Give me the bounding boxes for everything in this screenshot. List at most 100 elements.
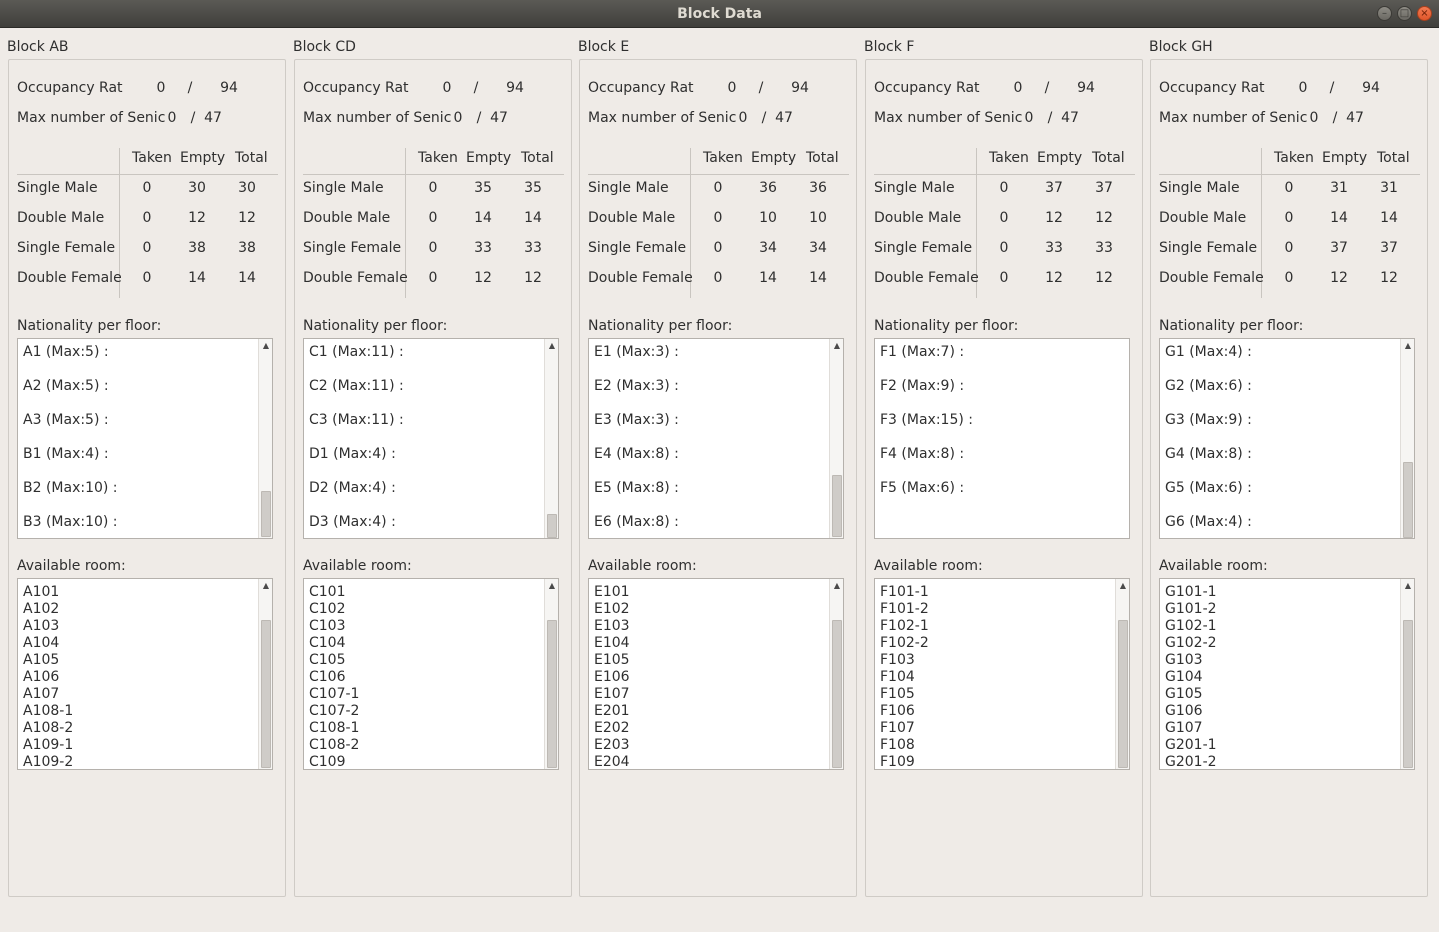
scroll-up-icon[interactable]: ▲ xyxy=(259,580,272,592)
available-room-list[interactable]: F101-1 F101-2 F102-1 F102-2 F103 F104 F105 F106… xyxy=(874,578,1130,770)
list-item[interactable]: A102 xyxy=(23,601,59,618)
room-scrollbar[interactable]: ▲▼ xyxy=(1115,579,1129,769)
list-item[interactable]: G201-2 xyxy=(1165,754,1217,769)
list-item[interactable]: C107-2 xyxy=(309,703,359,720)
scroll-up-icon[interactable]: ▲ xyxy=(1401,340,1414,352)
list-item[interactable]: E6 (Max:8) : xyxy=(594,514,679,530)
list-item[interactable]: C2 (Max:11) : xyxy=(309,378,404,394)
list-item[interactable]: E4 (Max:8) : xyxy=(594,446,679,462)
scroll-thumb[interactable] xyxy=(261,491,271,537)
available-room-list[interactable]: E101 E102 E103 E104 E105 E106 E107 E201 E202 E203… xyxy=(588,578,844,770)
list-item[interactable]: A107 xyxy=(23,686,59,703)
list-item[interactable]: E203 xyxy=(594,737,630,754)
list-item[interactable]: A106 xyxy=(23,669,59,686)
scroll-up-icon[interactable]: ▲ xyxy=(1401,580,1414,592)
list-item[interactable]: C109 xyxy=(309,754,346,769)
list-item[interactable]: F108 xyxy=(880,737,915,754)
list-item[interactable]: F103 xyxy=(880,652,915,669)
list-item[interactable]: A105 xyxy=(23,652,59,669)
scroll-up-icon[interactable]: ▲ xyxy=(1116,580,1129,592)
list-item[interactable]: G2 (Max:6) : xyxy=(1165,378,1252,394)
list-item[interactable]: G103 xyxy=(1165,652,1203,669)
list-item[interactable]: G6 (Max:4) : xyxy=(1165,514,1252,530)
list-item[interactable]: A103 xyxy=(23,618,59,635)
list-item[interactable]: E104 xyxy=(594,635,630,652)
list-item[interactable]: C1 (Max:11) : xyxy=(309,344,404,360)
close-icon[interactable]: × xyxy=(1417,6,1432,21)
available-room-list[interactable]: G101-1 G101-2 G102-1 G102-2 G103 G104 G105 G106… xyxy=(1159,578,1415,770)
scroll-thumb[interactable] xyxy=(1118,620,1128,768)
scroll-thumb[interactable] xyxy=(547,514,557,538)
list-item[interactable]: F5 (Max:6) : xyxy=(880,480,964,496)
nationality-list[interactable]: F1 (Max:7) : F2 (Max:9) : F3 (Max:15) : F4 … xyxy=(874,338,1130,539)
list-item[interactable]: B1 (Max:4) : xyxy=(23,446,109,462)
list-item[interactable]: F106 xyxy=(880,703,915,720)
list-item[interactable]: C108-2 xyxy=(309,737,359,754)
list-item[interactable]: E101 xyxy=(594,584,630,601)
scroll-up-icon[interactable]: ▲ xyxy=(259,340,272,352)
list-item[interactable]: F102-1 xyxy=(880,618,929,635)
scroll-up-icon[interactable]: ▲ xyxy=(545,580,558,592)
room-scrollbar[interactable]: ▲▼ xyxy=(258,579,272,769)
list-item[interactable]: D3 (Max:4) : xyxy=(309,514,396,530)
list-item[interactable]: F1 (Max:7) : xyxy=(880,344,964,360)
list-item[interactable]: G102-2 xyxy=(1165,635,1217,652)
list-item[interactable]: F4 (Max:8) : xyxy=(880,446,964,462)
list-item[interactable]: E102 xyxy=(594,601,630,618)
scroll-thumb[interactable] xyxy=(832,620,842,768)
list-item[interactable]: A2 (Max:5) : xyxy=(23,378,109,394)
list-item[interactable]: G101-1 xyxy=(1165,584,1217,601)
scroll-up-icon[interactable]: ▲ xyxy=(830,340,843,352)
list-item[interactable]: C104 xyxy=(309,635,346,652)
list-item[interactable]: A109-1 xyxy=(23,737,73,754)
list-item[interactable]: D1 (Max:4) : xyxy=(309,446,396,462)
scroll-thumb[interactable] xyxy=(547,620,557,768)
scroll-up-icon[interactable]: ▲ xyxy=(830,580,843,592)
list-item[interactable]: G101-2 xyxy=(1165,601,1217,618)
scroll-up-icon[interactable]: ▲ xyxy=(545,340,558,352)
list-item[interactable]: C106 xyxy=(309,669,346,686)
list-item[interactable]: G4 (Max:8) : xyxy=(1165,446,1252,462)
list-item[interactable]: E1 (Max:3) : xyxy=(594,344,679,360)
list-item[interactable]: B2 (Max:10) : xyxy=(23,480,118,496)
room-scrollbar[interactable]: ▲▼ xyxy=(544,579,558,769)
list-item[interactable]: F101-1 xyxy=(880,584,929,601)
list-item[interactable]: C107-1 xyxy=(309,686,359,703)
list-item[interactable]: E3 (Max:3) : xyxy=(594,412,679,428)
available-room-list[interactable]: A101 A102 A103 A104 A105 A106 A107 A108-1 A108-2… xyxy=(17,578,273,770)
nationality-list[interactable]: E1 (Max:3) : E2 (Max:3) : E3 (Max:3) : E4 (… xyxy=(588,338,844,539)
list-item[interactable]: F102-2 xyxy=(880,635,929,652)
list-item[interactable]: C3 (Max:11) : xyxy=(309,412,404,428)
list-item[interactable]: E107 xyxy=(594,686,630,703)
list-item[interactable]: G105 xyxy=(1165,686,1203,703)
list-item[interactable]: D2 (Max:4) : xyxy=(309,480,396,496)
maximize-icon[interactable]: □ xyxy=(1397,6,1412,21)
nationality-list[interactable]: C1 (Max:11) : C2 (Max:11) : C3 (Max:11) : D… xyxy=(303,338,559,539)
list-item[interactable]: G107 xyxy=(1165,720,1203,737)
list-item[interactable]: G104 xyxy=(1165,669,1203,686)
list-item[interactable]: G102-1 xyxy=(1165,618,1217,635)
list-item[interactable]: G1 (Max:4) : xyxy=(1165,344,1252,360)
nationality-scrollbar[interactable]: ▲▼ xyxy=(1400,339,1414,538)
list-item[interactable]: A104 xyxy=(23,635,59,652)
nationality-scrollbar[interactable]: ▲▼ xyxy=(829,339,843,538)
nationality-list[interactable]: A1 (Max:5) : A2 (Max:5) : A3 (Max:5) : B1 (… xyxy=(17,338,273,539)
list-item[interactable]: C103 xyxy=(309,618,346,635)
scroll-thumb[interactable] xyxy=(1403,620,1413,768)
list-item[interactable]: F105 xyxy=(880,686,915,703)
list-item[interactable]: C102 xyxy=(309,601,346,618)
list-item[interactable]: E202 xyxy=(594,720,630,737)
room-scrollbar[interactable]: ▲▼ xyxy=(1400,579,1414,769)
list-item[interactable]: G5 (Max:6) : xyxy=(1165,480,1252,496)
list-item[interactable]: G3 (Max:9) : xyxy=(1165,412,1252,428)
list-item[interactable]: E2 (Max:3) : xyxy=(594,378,679,394)
scroll-thumb[interactable] xyxy=(832,475,842,537)
list-item[interactable]: F104 xyxy=(880,669,915,686)
list-item[interactable]: A109-2 xyxy=(23,754,73,769)
list-item[interactable]: A101 xyxy=(23,584,59,601)
list-item[interactable]: E103 xyxy=(594,618,630,635)
list-item[interactable]: E106 xyxy=(594,669,630,686)
list-item[interactable]: F109 xyxy=(880,754,915,769)
nationality-list[interactable]: G1 (Max:4) : G2 (Max:6) : G3 (Max:9) : G4 (… xyxy=(1159,338,1415,539)
available-room-list[interactable]: C101 C102 C103 C104 C105 C106 C107-1 C107-2 C108… xyxy=(303,578,559,770)
